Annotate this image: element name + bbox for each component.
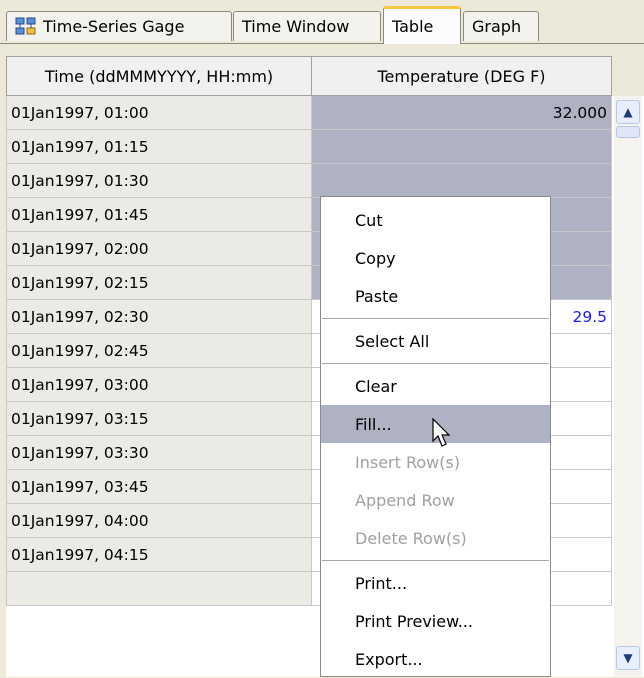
vertical-scrollbar[interactable]: ▲ ▼ xyxy=(614,96,642,677)
chevron-down-icon: ▼ xyxy=(623,651,633,665)
time-cell[interactable] xyxy=(6,572,312,606)
menu-item-print[interactable]: Print... xyxy=(321,564,550,602)
tab-divider xyxy=(0,43,644,44)
tab-label: Table xyxy=(392,17,434,36)
time-cell[interactable]: 01Jan1997, 01:15 xyxy=(6,130,312,164)
temperature-cell[interactable]: 32.000 xyxy=(312,96,612,130)
menu-item-delete-row-s: Delete Row(s) xyxy=(355,528,467,548)
time-cell[interactable]: 01Jan1997, 03:00 xyxy=(6,368,312,402)
menu-separator xyxy=(322,318,549,319)
time-cell[interactable]: 01Jan1997, 02:15 xyxy=(6,266,312,300)
chevron-up-icon: ▲ xyxy=(623,105,633,119)
column-header-time[interactable]: Time (ddMMMYYYY, HH:mm) xyxy=(6,56,312,96)
time-cell[interactable]: 01Jan1997, 01:45 xyxy=(6,198,312,232)
time-cell[interactable]: 01Jan1997, 03:45 xyxy=(6,470,312,504)
scroll-down-button[interactable]: ▼ xyxy=(616,646,640,670)
time-cell[interactable]: 01Jan1997, 01:30 xyxy=(6,164,312,198)
time-cell[interactable]: 01Jan1997, 02:00 xyxy=(6,232,312,266)
scroll-thumb[interactable] xyxy=(616,126,640,138)
menu-item-print-preview[interactable]: Print Preview... xyxy=(321,602,550,640)
header-corner xyxy=(612,56,644,96)
table-row[interactable]: 01Jan1997, 01:15 xyxy=(6,130,612,164)
tab-graph[interactable]: Graph xyxy=(463,11,539,41)
column-header-temperature[interactable]: Temperature (DEG F) xyxy=(312,56,612,96)
menu-item-cut[interactable]: Cut xyxy=(321,201,550,239)
tab-label: Time-Series Gage xyxy=(43,17,185,36)
scroll-up-button[interactable]: ▲ xyxy=(616,100,640,124)
time-cell[interactable]: 01Jan1997, 01:00 xyxy=(6,96,312,130)
time-cell[interactable]: 01Jan1997, 04:00 xyxy=(6,504,312,538)
mouse-pointer-icon xyxy=(432,417,454,452)
time-cell[interactable]: 01Jan1997, 02:45 xyxy=(6,334,312,368)
menu-item-clear[interactable]: Clear xyxy=(321,367,550,405)
time-cell[interactable]: 01Jan1997, 02:30 xyxy=(6,300,312,334)
tab-label: Graph xyxy=(472,17,522,36)
time-cell[interactable]: 01Jan1997, 04:15 xyxy=(6,538,312,572)
menu-item-export[interactable]: Export... xyxy=(321,640,550,678)
gage-icon xyxy=(15,16,37,38)
menu-separator xyxy=(322,560,549,561)
table-row[interactable]: 01Jan1997, 01:30 xyxy=(6,164,612,198)
time-cell[interactable]: 01Jan1997, 03:15 xyxy=(6,402,312,436)
tab-label: Time Window xyxy=(242,17,350,36)
table-row[interactable]: 01Jan1997, 01:00 32.000 xyxy=(6,96,612,130)
tab-time-series-gage[interactable]: Time-Series Gage xyxy=(6,11,232,41)
tab-strip: Time-Series Gage Time Window Table Graph xyxy=(0,0,644,44)
tab-time-window[interactable]: Time Window xyxy=(233,11,381,41)
menu-separator xyxy=(322,363,549,364)
menu-item-copy[interactable]: Copy xyxy=(321,239,550,277)
temperature-cell[interactable] xyxy=(312,130,612,164)
time-cell[interactable]: 01Jan1997, 03:30 xyxy=(6,436,312,470)
menu-item-paste[interactable]: Paste xyxy=(321,277,550,315)
menu-item-select-all[interactable]: Select All xyxy=(321,322,550,360)
temperature-cell[interactable] xyxy=(312,164,612,198)
menu-item-append-row: Append Row xyxy=(355,490,455,510)
tab-table[interactable]: Table xyxy=(383,6,461,44)
